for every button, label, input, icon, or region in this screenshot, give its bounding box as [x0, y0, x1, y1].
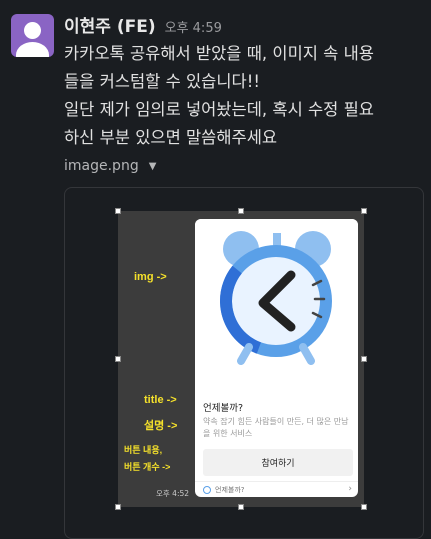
- annotation-button-content: 버튼 내용,: [124, 445, 163, 455]
- join-button: 참여하기: [203, 449, 353, 476]
- message-line: 일단 제가 임의로 넣어놨는데, 혹시 수정 필요: [64, 100, 374, 119]
- message-line: 들을 커스텀할 수 있습니다!!: [64, 72, 260, 91]
- footer-label: 언제볼까?: [215, 485, 245, 494]
- attachment-filename[interactable]: image.png: [64, 158, 139, 174]
- service-logo-icon: [203, 485, 211, 494]
- avatar-body: [16, 42, 49, 57]
- kakao-share-card: 언제볼까? 약속 잡기 힘든 사람들이 만든, 더 많은 만남을 위한 서비스 …: [195, 219, 358, 497]
- username[interactable]: 이현주 (FE): [64, 12, 156, 37]
- message-body: 카카오톡 공유해서 받았을 때, 이미지 속 내용 들을 커스텀할 수 있습니다…: [64, 40, 430, 152]
- message-header: 이현주 (FE) 오후 4:59: [64, 12, 222, 37]
- annotation-button-count: 버튼 개수 ->: [124, 462, 171, 472]
- avatar-head: [24, 22, 41, 39]
- user-avatar[interactable]: [11, 14, 54, 57]
- message-line: 카카오톡 공유해서 받았을 때, 이미지 속 내용: [64, 44, 374, 63]
- card-footer: 언제볼까? ›: [195, 481, 358, 497]
- attached-image[interactable]: img -> title -> 설명 -> 버튼 내용, 버튼 개수 -> 언제…: [118, 211, 364, 507]
- resize-handle[interactable]: [115, 208, 121, 214]
- resize-handle[interactable]: [238, 208, 244, 214]
- annotation-desc: 설명 ->: [144, 420, 178, 432]
- chevron-down-icon[interactable]: ▼: [149, 161, 157, 172]
- resize-handle[interactable]: [361, 504, 367, 510]
- alarm-clock-icon: [220, 231, 332, 365]
- card-image: [195, 219, 358, 372]
- resize-handle[interactable]: [115, 504, 121, 510]
- message-line: 하신 부분 있으면 말씀해주세요: [64, 128, 278, 147]
- card-title: 언제볼까?: [203, 403, 244, 414]
- resize-handle[interactable]: [238, 504, 244, 510]
- resize-handle[interactable]: [361, 356, 367, 362]
- message-timestamp[interactable]: 오후 4:59: [165, 17, 222, 36]
- card-description: 약속 잡기 힘든 사람들이 만든, 더 많은 만남을 위한 서비스: [203, 417, 349, 438]
- annotation-title: title ->: [144, 394, 177, 406]
- annotation-img: img ->: [134, 271, 167, 283]
- chevron-right-icon: ›: [348, 484, 352, 494]
- attachment-header[interactable]: image.png ▼: [64, 158, 156, 174]
- resize-handle[interactable]: [361, 208, 367, 214]
- screenshot-time: 오후 4:52: [156, 489, 190, 498]
- resize-handle[interactable]: [115, 356, 121, 362]
